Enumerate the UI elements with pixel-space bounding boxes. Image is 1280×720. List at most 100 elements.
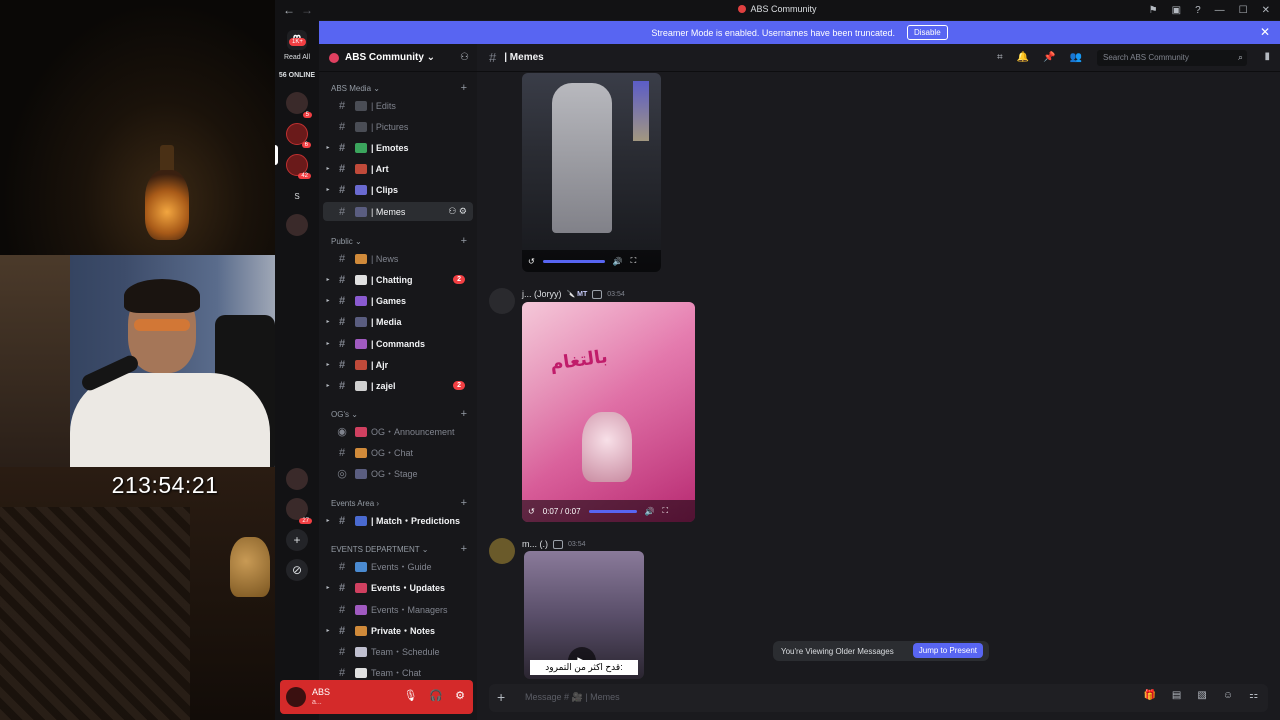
video-attachment[interactable]: ↺ 🔊 ⛶	[522, 73, 661, 272]
channel-ajr[interactable]: ▸ # | Ajr	[323, 355, 473, 374]
avatar[interactable]	[286, 687, 306, 707]
message-composer[interactable]: + Message # 🎥 | Memes 🎁 ▤ ▧ ☺ ⚏	[489, 684, 1268, 712]
channel-settings-icon[interactable]: ⚇ ⚙	[448, 206, 467, 217]
message-input[interactable]: Message # 🎥 | Memes	[525, 692, 620, 703]
add-channel-icon[interactable]: +	[461, 497, 467, 509]
server-letter[interactable]: S	[275, 192, 319, 201]
add-channel-icon[interactable]: +	[461, 82, 467, 94]
channel-label: | Emotes	[371, 142, 409, 153]
video-attachment[interactable]: ▶ قدح اكثر من التمرود:	[524, 551, 644, 679]
volume-icon[interactable]: 🔊	[613, 257, 623, 266]
maximize-icon[interactable]: ☐	[1239, 5, 1248, 16]
add-server-icon[interactable]: +	[286, 529, 308, 551]
message-author[interactable]: j... (Joryy)	[522, 289, 562, 299]
video-attachment[interactable]: بالتغام ↺ 0:07 / 0:07 🔊 ⛶	[522, 302, 695, 522]
channel-memes[interactable]: # | Memes ⚇ ⚙	[323, 202, 473, 221]
settings-gear-icon[interactable]: ⚙	[455, 689, 465, 702]
threads-icon[interactable]: ⌗	[997, 52, 1003, 63]
read-all-button[interactable]: Read All	[275, 54, 319, 61]
attach-plus-icon[interactable]: +	[497, 689, 505, 705]
members-icon[interactable]: 👥	[1070, 52, 1082, 63]
server-icon[interactable]: 27	[286, 498, 312, 524]
channel-emoji-icon	[355, 468, 367, 479]
banner-close-icon[interactable]: ✕	[1260, 25, 1270, 39]
channel-events-managers[interactable]: # Events・Managers	[323, 600, 473, 619]
channel-art[interactable]: ▸ # | Art	[323, 159, 473, 178]
channel-games[interactable]: ▸ # | Games	[323, 291, 473, 310]
channel-match-predictions[interactable]: ▸ # | Match・Predictions	[323, 511, 473, 530]
hash-icon: #	[338, 603, 346, 616]
channel-label: | Media	[371, 316, 402, 327]
add-user-icon[interactable]: ⚇	[460, 52, 469, 63]
channel-team-schedule[interactable]: # Team・Schedule	[323, 642, 473, 661]
category-ogs[interactable]: OG's ⌄	[331, 410, 358, 419]
explore-icon[interactable]: ⊘	[286, 559, 308, 581]
add-channel-icon[interactable]: +	[461, 408, 467, 420]
channel-og-announcement[interactable]: ◉ OG・Announcement	[323, 422, 473, 441]
channel-label: Team・Schedule	[371, 647, 440, 657]
hash-icon: #	[338, 294, 346, 307]
avatar[interactable]	[489, 288, 515, 314]
sticker-icon[interactable]: ▧	[1197, 690, 1206, 701]
progress-bar[interactable]	[542, 259, 605, 263]
message-author[interactable]: m... (.)	[522, 539, 548, 549]
channel-news[interactable]: # | News	[323, 249, 473, 268]
monitor-icon[interactable]: ▣	[1172, 5, 1181, 16]
search-placeholder: Search ABS Community	[1103, 53, 1189, 62]
close-icon[interactable]: ✕	[1262, 5, 1270, 16]
server-icon	[329, 52, 339, 63]
category-events-area[interactable]: Events Area ›	[331, 499, 379, 508]
jump-to-present-button[interactable]: Jump to Present	[912, 643, 983, 658]
replay-icon[interactable]: ↺	[528, 257, 535, 266]
channel-pictures[interactable]: # | Pictures	[323, 117, 473, 136]
channel-commands[interactable]: ▸ # | Commands	[323, 334, 473, 353]
server-icon[interactable]	[286, 214, 308, 236]
channel-chatting[interactable]: ▸ # | Chatting 2	[323, 270, 473, 289]
pin-icon[interactable]: 📌	[1043, 52, 1055, 63]
channel-zajel[interactable]: ▸ # | zajel 2	[323, 376, 473, 395]
channel-edits[interactable]: # | Edits	[323, 96, 473, 115]
minimize-icon[interactable]: —	[1215, 5, 1225, 16]
channel-og-stage[interactable]: ◎ OG・Stage	[323, 464, 473, 483]
headphones-icon[interactable]: 🎧	[429, 689, 443, 702]
inbox-icon[interactable]: ▮	[1264, 51, 1270, 62]
channel-emoji-icon	[355, 253, 367, 264]
avatar[interactable]	[489, 538, 515, 564]
channel-events-guide[interactable]: # Events・Guide	[323, 557, 473, 576]
video-frame-light	[633, 81, 649, 141]
server-header[interactable]: ABS Community ⌄ ⚇	[319, 44, 477, 72]
hash-icon: #	[338, 666, 346, 679]
channel-emotes[interactable]: ▸ # | Emotes	[323, 138, 473, 157]
channel-private-notes[interactable]: ▸ # Private・Notes	[323, 621, 473, 640]
fullscreen-icon[interactable]: ⛶	[631, 256, 637, 266]
category-abs-media[interactable]: ABS Media ⌄	[331, 84, 380, 93]
add-channel-icon[interactable]: +	[461, 235, 467, 247]
channel-emoji-icon	[355, 142, 367, 153]
channel-og-chat[interactable]: # OG・Chat	[323, 443, 473, 462]
volume-icon[interactable]: 🔊	[645, 507, 655, 516]
category-public[interactable]: Public ⌄	[331, 237, 362, 246]
channel-clips[interactable]: ▸ # | Clips	[323, 180, 473, 199]
apps-icon[interactable]: ⚏	[1249, 690, 1258, 701]
disable-button[interactable]: Disable	[906, 25, 948, 40]
progress-bar[interactable]	[588, 509, 637, 513]
channel-media[interactable]: ▸ # | Media	[323, 312, 473, 331]
add-channel-icon[interactable]: +	[461, 543, 467, 555]
server-icon[interactable]: 42	[286, 154, 311, 179]
flag-icon[interactable]: ⚑	[1149, 5, 1158, 16]
help-icon[interactable]: ?	[1195, 5, 1201, 16]
hash-icon: #	[338, 99, 346, 112]
gif-icon[interactable]: ▤	[1172, 690, 1181, 701]
search-input[interactable]: Search ABS Community ⌕	[1097, 50, 1247, 66]
bell-icon[interactable]: 🔔	[1017, 52, 1029, 63]
server-icon[interactable]: 6	[286, 123, 311, 148]
emoji-icon[interactable]: ☺	[1223, 690, 1233, 701]
category-events-department[interactable]: EVENTS DEPARTMENT ⌄	[331, 545, 428, 554]
microphone-icon[interactable]: 🎙	[403, 689, 417, 702]
server-icon[interactable]	[286, 468, 308, 490]
replay-icon[interactable]: ↺	[528, 507, 535, 516]
server-icon[interactable]: 5	[286, 92, 312, 118]
fullscreen-icon[interactable]: ⛶	[662, 506, 668, 516]
channel-events-updates[interactable]: ▸ # Events・Updates	[323, 578, 473, 597]
gift-icon[interactable]: 🎁	[1143, 690, 1155, 701]
